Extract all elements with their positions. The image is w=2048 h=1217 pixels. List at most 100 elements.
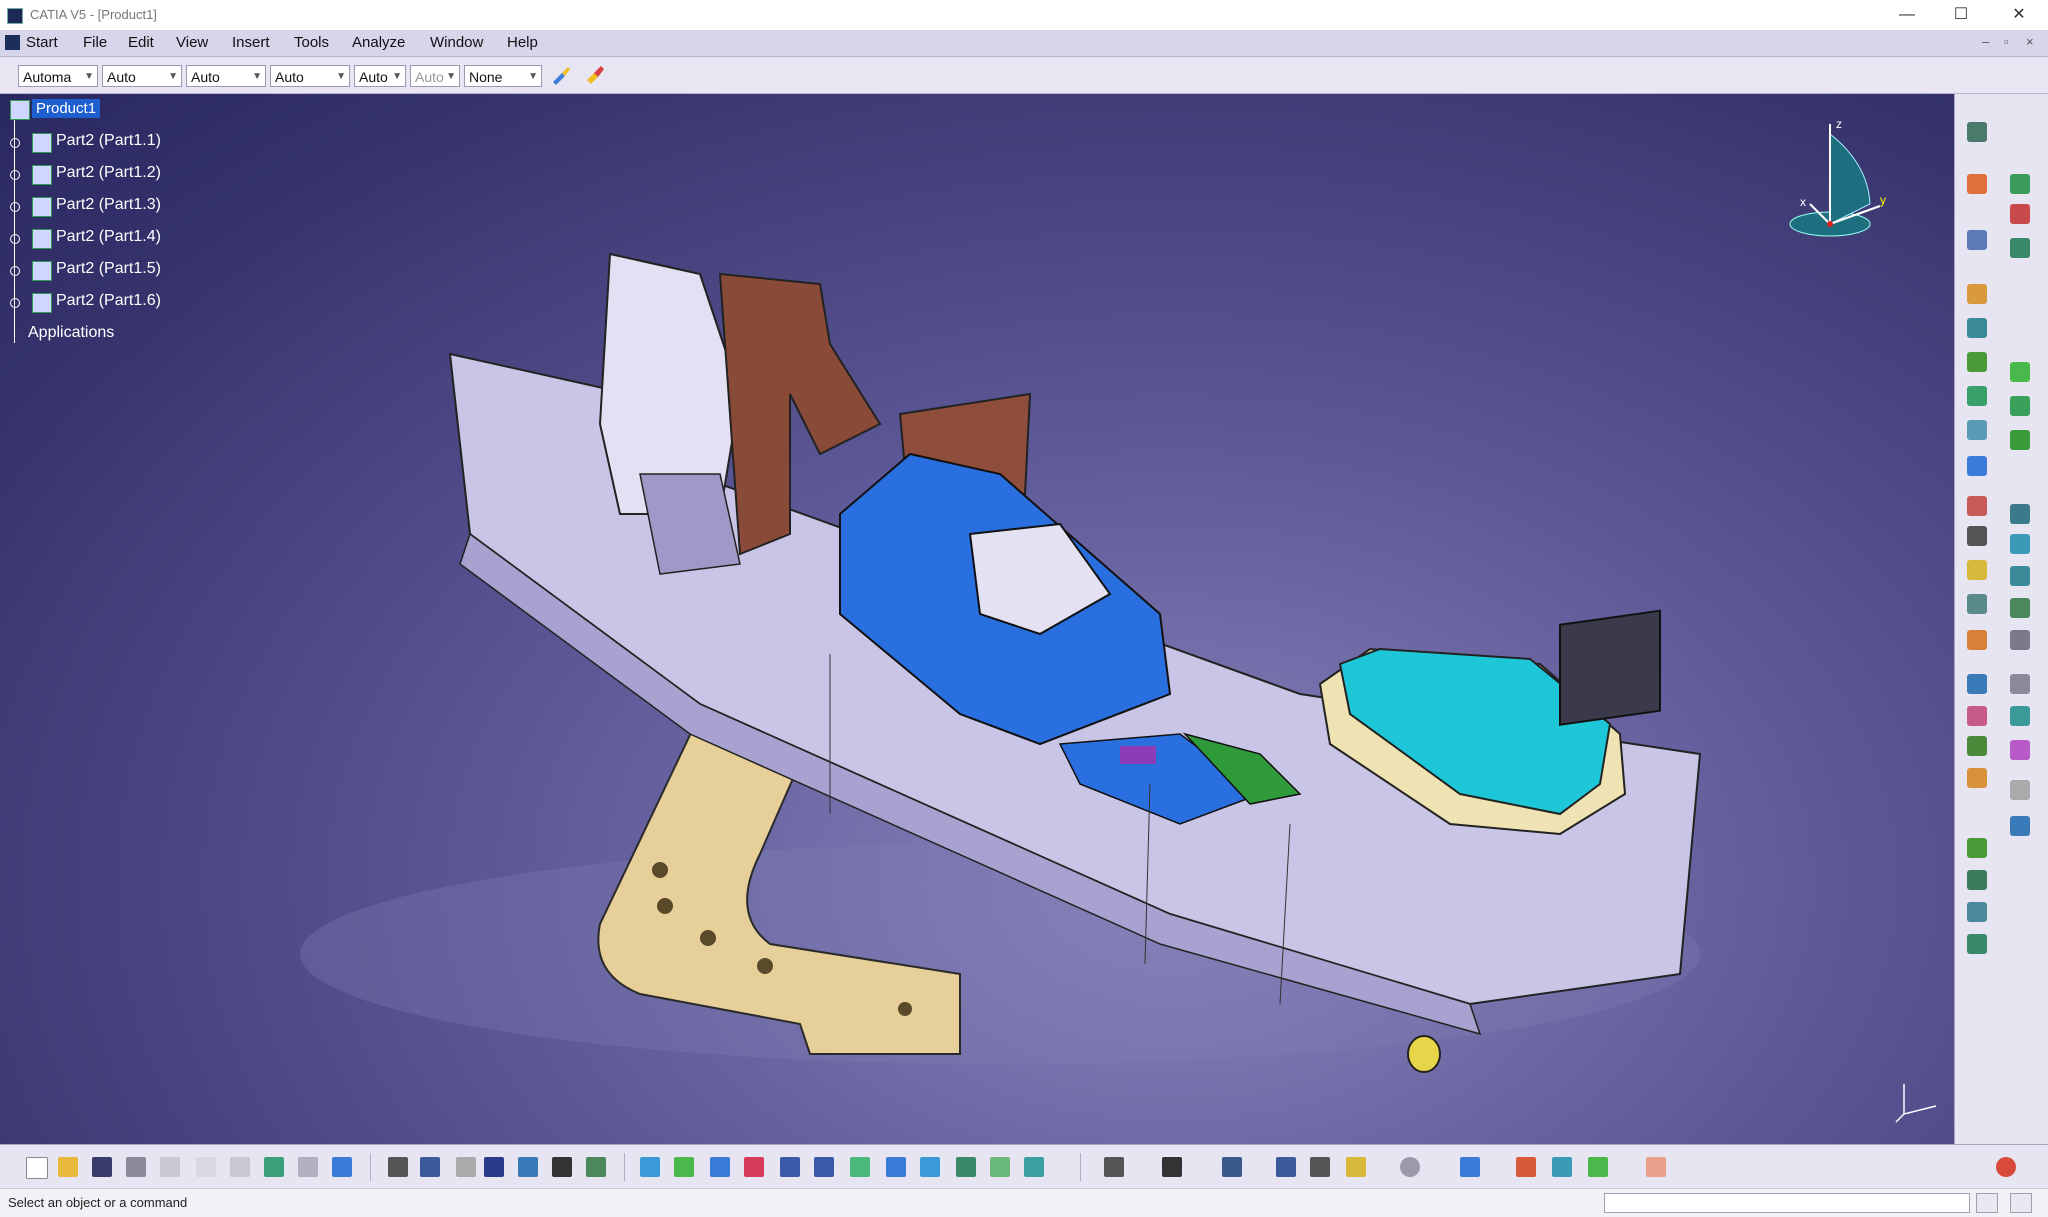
pen-icon[interactable] xyxy=(2010,674,2030,694)
catalog-browser-icon[interactable] xyxy=(518,1157,538,1177)
tree-item-part1-5[interactable]: Part2 (Part1.5) xyxy=(8,260,228,282)
normal-view-icon[interactable] xyxy=(850,1157,870,1177)
render-icon[interactable] xyxy=(1516,1157,1536,1177)
angle-icon[interactable] xyxy=(1967,420,1987,440)
print-icon[interactable] xyxy=(126,1157,146,1177)
scenes-icon[interactable] xyxy=(1967,902,1987,922)
explode-icon[interactable] xyxy=(1967,352,1987,372)
publication-icon[interactable] xyxy=(1967,630,1987,650)
expand-icon[interactable] xyxy=(10,170,20,180)
symmetry-icon[interactable] xyxy=(1967,706,1987,726)
command-input[interactable] xyxy=(1604,1193,1970,1213)
mdi-close-button[interactable]: × xyxy=(2026,34,2034,49)
select-arrow-icon[interactable] xyxy=(1967,174,1987,194)
expand-icon[interactable] xyxy=(10,298,20,308)
refresh-icon[interactable] xyxy=(1400,1157,1420,1177)
catia-logo-icon[interactable] xyxy=(5,35,20,50)
3d-viewport[interactable]: z y x Product1 Part2 (Part1.1) Part2 (Pa… xyxy=(0,94,1954,1144)
law-icon[interactable] xyxy=(484,1157,504,1177)
hide-show-icon[interactable] xyxy=(990,1157,1010,1177)
minimize-button[interactable]: — xyxy=(1878,0,1936,30)
console-assembly-model[interactable] xyxy=(0,94,1954,1144)
save-icon[interactable] xyxy=(92,1157,112,1177)
color-combo[interactable]: Automa ▼ xyxy=(18,65,98,87)
multi-view-icon[interactable] xyxy=(886,1157,906,1177)
grid-icon[interactable] xyxy=(1646,1157,1666,1177)
paint-brush-icon[interactable] xyxy=(550,64,572,86)
rigid-icon[interactable] xyxy=(2010,740,2030,760)
update-icon[interactable] xyxy=(1967,456,1987,476)
mdi-minimize-button[interactable]: – xyxy=(1982,34,1989,49)
new-product-icon[interactable] xyxy=(2010,204,2030,224)
catalog-icon[interactable] xyxy=(2010,598,2030,618)
shading-icon[interactable] xyxy=(956,1157,976,1177)
redo-icon[interactable] xyxy=(298,1157,318,1177)
fastening-icon[interactable] xyxy=(1967,674,1987,694)
manipulation-icon[interactable] xyxy=(1967,870,1987,890)
apply-material-icon[interactable] xyxy=(1552,1157,1572,1177)
generate-numbering-icon[interactable] xyxy=(2010,816,2030,836)
formula-icon[interactable] xyxy=(388,1157,408,1177)
pattern-icon[interactable] xyxy=(2010,706,2030,726)
menu-window[interactable]: Window xyxy=(430,34,483,51)
open-icon[interactable] xyxy=(58,1157,78,1177)
render-style-combo[interactable]: None ▼ xyxy=(464,65,542,87)
iso-view-icon[interactable] xyxy=(920,1157,940,1177)
menu-start[interactable]: Start xyxy=(26,34,58,51)
flexible-icon[interactable] xyxy=(1967,736,1987,756)
menu-help[interactable]: Help xyxy=(507,34,538,51)
lock-icon[interactable] xyxy=(1346,1157,1366,1177)
paste-icon[interactable] xyxy=(230,1157,250,1177)
constraint-icon[interactable] xyxy=(1967,230,1987,250)
design-table-icon[interactable] xyxy=(456,1157,476,1177)
tree-root-product[interactable]: Product1 xyxy=(8,99,101,120)
replace-icon[interactable] xyxy=(2010,780,2030,800)
point-type-combo[interactable]: Auto ▼ xyxy=(354,65,406,87)
compass-icon[interactable]: z y x xyxy=(1780,114,1900,254)
zoom-out-icon[interactable] xyxy=(814,1157,834,1177)
clash-icon[interactable] xyxy=(1967,496,1987,516)
tree-item-part1-3[interactable]: Part2 (Part1.3) xyxy=(8,196,228,218)
expand-icon[interactable] xyxy=(10,234,20,244)
tree-item-part1-4[interactable]: Part2 (Part1.4) xyxy=(8,228,228,250)
snap-icon[interactable] xyxy=(1967,318,1987,338)
inertia-icon[interactable] xyxy=(1310,1157,1330,1177)
pan-icon[interactable] xyxy=(710,1157,730,1177)
new-icon[interactable] xyxy=(26,1157,48,1179)
zoom-in-icon[interactable] xyxy=(780,1157,800,1177)
close-button[interactable]: ✕ xyxy=(1990,0,2048,30)
tree-item-applications[interactable]: Applications xyxy=(8,324,228,346)
transparency-combo[interactable]: Auto ▼ xyxy=(102,65,182,87)
command-history-icon[interactable] xyxy=(1976,1193,1998,1213)
tree-item-part1-1[interactable]: Part2 (Part1.1) xyxy=(8,132,228,154)
line-thickness-combo[interactable]: Auto ▼ xyxy=(186,65,266,87)
reorder-icon[interactable] xyxy=(1967,768,1987,788)
format-painter-icon[interactable] xyxy=(584,64,606,86)
whats-this-icon[interactable] xyxy=(332,1157,352,1177)
coincidence-icon[interactable] xyxy=(2010,362,2030,382)
analysis-icon[interactable] xyxy=(586,1157,606,1177)
offset-icon[interactable] xyxy=(2010,396,2030,416)
menu-edit[interactable]: Edit xyxy=(128,34,154,51)
scene-icon[interactable] xyxy=(1967,594,1987,614)
new-component-icon[interactable] xyxy=(2010,174,2030,194)
sectioning-icon[interactable] xyxy=(2010,504,2030,524)
mass-icon[interactable] xyxy=(1222,1157,1242,1177)
mdi-restore-button[interactable]: ▫ xyxy=(2004,34,2009,49)
fix-icon[interactable] xyxy=(2010,430,2030,450)
knowledge-icon[interactable] xyxy=(420,1157,440,1177)
expand-icon[interactable] xyxy=(10,266,20,276)
move-icon[interactable] xyxy=(1967,284,1987,304)
menu-insert[interactable]: Insert xyxy=(232,34,270,51)
expand-icon[interactable] xyxy=(10,138,20,148)
command-clear-icon[interactable] xyxy=(2010,1193,2032,1213)
fly-mode-icon[interactable] xyxy=(640,1157,660,1177)
tree-item-part1-6[interactable]: Part2 (Part1.6) xyxy=(8,292,228,314)
rotate-icon[interactable] xyxy=(744,1157,764,1177)
camera-icon[interactable] xyxy=(1162,1157,1182,1177)
sectioning-tool-icon[interactable] xyxy=(1276,1157,1296,1177)
measure-icon[interactable] xyxy=(1967,526,1987,546)
copy-icon[interactable] xyxy=(196,1157,216,1177)
measure-between-icon[interactable] xyxy=(1104,1157,1124,1177)
distance-icon[interactable] xyxy=(2010,534,2030,554)
